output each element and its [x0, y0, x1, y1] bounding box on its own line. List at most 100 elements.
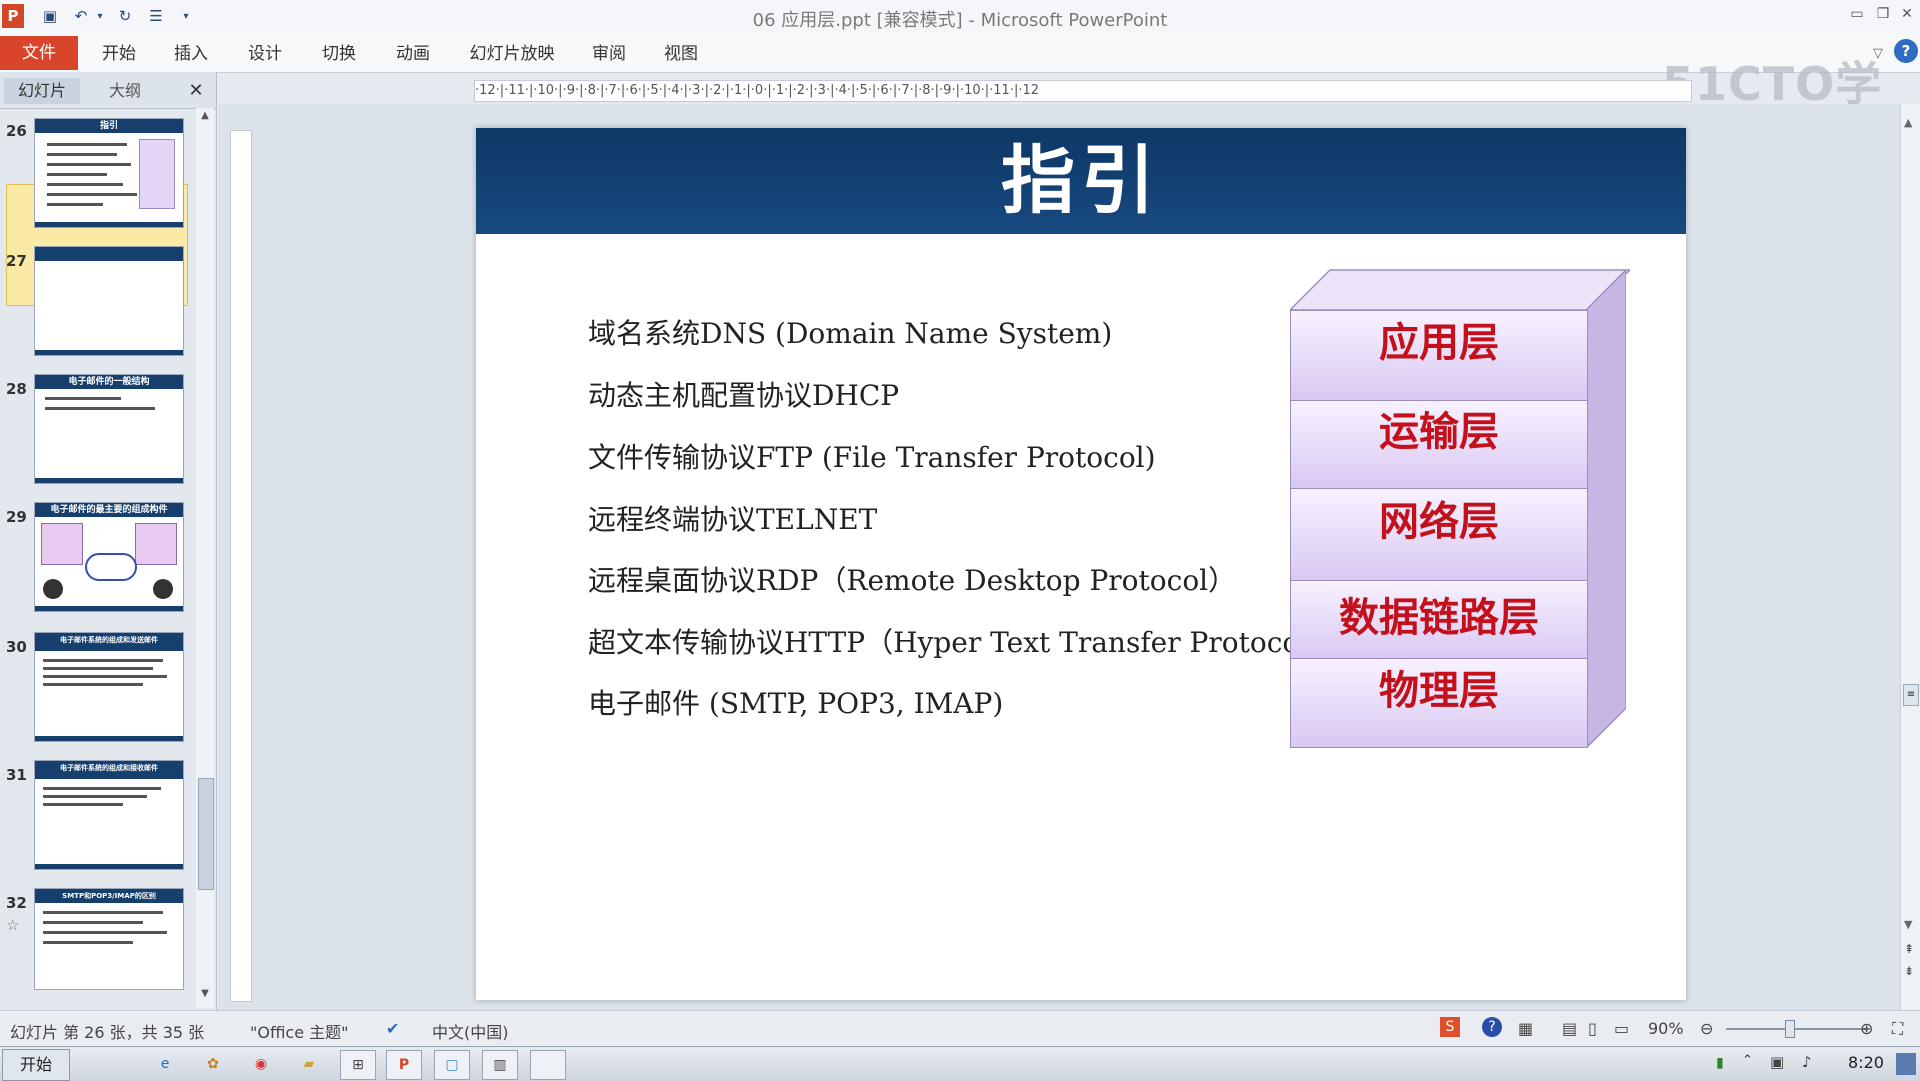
tab-insert[interactable]: 插入 [168, 40, 214, 68]
slide-number: 28 [6, 380, 27, 398]
tab-transitions[interactable]: 切换 [316, 40, 362, 68]
slides-scrollbar[interactable]: ▲ ▼ [196, 108, 214, 1008]
horizontal-ruler: ·12·|·11·|·10·|·9·|·8·|·7·|·6·|·5·|·4·|·… [474, 80, 1692, 102]
bullet-text[interactable]: 动态主机配置协议DHCP [588, 374, 899, 414]
slide[interactable]: 指引 域名系统DNS (Domain Name System) 动态主机配置协议… [476, 128, 1686, 1000]
bullet-text[interactable]: 文件传输协议FTP (File Transfer Protocol) [588, 436, 1156, 476]
slide-title[interactable]: 指引 [476, 128, 1686, 234]
tab-review[interactable]: 审阅 [586, 40, 632, 68]
bullet-text[interactable]: 超文本传输协议HTTP（Hyper Text Transfer Protocol… [588, 621, 1336, 661]
window-icon[interactable]: ▢ [434, 1050, 470, 1080]
zoom-in-icon[interactable]: ⊕ [1860, 1019, 1873, 1038]
scroll-thumb[interactable] [198, 778, 214, 890]
blank-taskbar-item[interactable] [530, 1050, 566, 1080]
taskbar: 开始 e ✿ ◉ ▰ ⊞ P ▢ ▥ ▮ ⌃ ▣ ♪ 8:20 [0, 1046, 1920, 1081]
bullet-text[interactable]: 远程桌面协议RDP（Remote Desktop Protocol） [588, 559, 1236, 599]
thumbnail-title: 指引 [99, 121, 118, 131]
zoom-level[interactable]: 90% [1648, 1019, 1684, 1038]
previous-slide-icon[interactable]: ⇞ [1904, 942, 1914, 956]
thumbnail-title: 电子邮件的一般结构 [68, 377, 150, 387]
tab-design[interactable]: 设计 [242, 40, 288, 68]
next-slide-icon[interactable]: ⇟ [1904, 964, 1914, 978]
slide-thumbnail-30[interactable]: 电子邮件系统的组成和发送邮件 [34, 632, 184, 742]
scroll-down-icon[interactable]: ▼ [198, 988, 212, 1002]
scroll-up-icon[interactable]: ▲ [198, 110, 212, 124]
network-app-icon[interactable]: ⊞ [340, 1050, 376, 1080]
layer-application[interactable]: 应用层 [1290, 310, 1588, 402]
tab-animations[interactable]: 动画 [390, 40, 436, 68]
chrome-icon[interactable]: ◉ [244, 1050, 278, 1078]
input-method-icon[interactable]: S [1440, 1017, 1460, 1037]
slide-number: 26 [6, 122, 27, 140]
slide-number: 29 [6, 508, 27, 526]
ie-icon[interactable]: e [148, 1050, 182, 1078]
scroll-down-icon[interactable]: ▼ [1904, 918, 1912, 931]
stack-top-face [1290, 269, 1630, 310]
tab-outline[interactable]: 大纲 [90, 78, 160, 104]
app-icon[interactable]: ✿ [196, 1050, 230, 1078]
powerpoint-taskbar-icon[interactable]: P [386, 1050, 422, 1080]
slide-number: 27 [6, 252, 27, 270]
bullet-text[interactable]: 域名系统DNS (Domain Name System) [588, 312, 1112, 352]
language-indicator[interactable]: 中文(中国) [432, 1019, 509, 1043]
slide-sorter-icon[interactable]: ▤ [1562, 1019, 1577, 1038]
folder-icon[interactable]: ▰ [292, 1050, 326, 1078]
help-icon[interactable]: ? [1482, 1017, 1502, 1037]
pane-tabs: 幻灯片 大纲 ✕ [0, 72, 216, 109]
zoom-slider-thumb[interactable] [1785, 1020, 1795, 1038]
zoom-out-icon[interactable]: ⊖ [1700, 1019, 1713, 1038]
bullet-text[interactable]: 远程终端协议TELNET [588, 498, 877, 538]
slide-number: 30 [6, 638, 27, 656]
slide-number: 31 [6, 766, 27, 784]
tab-view[interactable]: 视图 [658, 40, 704, 68]
window-title: 06 应用层.ppt [兼容模式] - Microsoft PowerPoint [752, 10, 1168, 31]
layer-data-link[interactable]: 数据链路层 [1290, 580, 1588, 660]
minimize-icon[interactable]: ▭ [1844, 2, 1870, 26]
theme-name[interactable]: "Office 主题" [250, 1019, 349, 1043]
battery-icon[interactable]: ▮ [1716, 1055, 1724, 1071]
thumbnail-title: 电子邮件的最主要的组成构件 [50, 505, 168, 515]
fit-to-window-icon[interactable]: ⛶ [1892, 1019, 1903, 1039]
layer-transport[interactable]: 运输层 [1290, 400, 1588, 490]
thumbnail-title [35, 247, 183, 261]
slide-thumbnail-28[interactable]: 电子邮件的一般结构 [34, 374, 184, 484]
reading-view-icon[interactable]: ▯ [1588, 1019, 1597, 1038]
network-icon[interactable]: ▣ [1770, 1053, 1784, 1071]
status-bar: 幻灯片 第 26 张，共 35 张 "Office 主题" ✔ 中文(中国) S… [0, 1010, 1920, 1047]
slide-thumbnail-27[interactable] [34, 246, 184, 356]
tab-slides[interactable]: 幻灯片 [4, 78, 80, 104]
title-bar: P ▣ ↶ ▾ ↻ ☰ ▾ 06 应用层.ppt [兼容模式] - Micros… [0, 0, 1920, 34]
layer-physical[interactable]: 物理层 [1290, 658, 1588, 748]
spell-check-icon[interactable]: ✔ [386, 1019, 399, 1038]
scroll-up-icon[interactable]: ▲ [1904, 116, 1912, 129]
start-button[interactable]: 开始 [2, 1049, 70, 1081]
tab-file[interactable]: 文件 [0, 36, 78, 70]
canvas-scrollbar[interactable]: ▲ ≡ ▼ ⇞ ⇟ [1900, 104, 1920, 1010]
slide-thumbnail-29[interactable]: 电子邮件的最主要的组成构件 [34, 502, 184, 612]
normal-view-icon[interactable]: ▦ [1518, 1019, 1533, 1038]
slide-thumbnail-32[interactable]: SMTP和POP3/IMAP的区别 [34, 888, 184, 990]
bullet-text[interactable]: 电子邮件 (SMTP, POP3, IMAP) [588, 682, 1003, 722]
animation-star-icon: ☆ [6, 916, 20, 934]
slide-thumbnail-31[interactable]: 电子邮件系统的组成和接收邮件 [34, 760, 184, 870]
tab-slideshow[interactable]: 幻灯片放映 [464, 40, 560, 68]
clock: 8:20 [1848, 1053, 1884, 1072]
tab-home[interactable]: 开始 [96, 40, 142, 68]
thumbnail-title: SMTP和POP3/IMAP的区别 [62, 892, 156, 900]
close-pane-icon[interactable]: ✕ [184, 78, 208, 104]
slideshow-icon[interactable]: ▭ [1614, 1019, 1629, 1038]
thumbnail-title: 电子邮件系统的组成和接收邮件 [60, 764, 158, 772]
scroll-thumb[interactable]: ≡ [1903, 684, 1919, 706]
volume-icon[interactable]: ♪ [1802, 1053, 1812, 1071]
vertical-ruler [230, 130, 252, 1002]
slide-thumbnail-26[interactable]: 指引 [34, 118, 184, 228]
layer-network[interactable]: 网络层 [1290, 488, 1588, 582]
close-icon[interactable]: ✕ [1894, 2, 1920, 26]
stack-side-face [1586, 270, 1626, 748]
show-hidden-icons-icon[interactable]: ⌃ [1742, 1053, 1753, 1068]
show-desktop-button[interactable] [1896, 1053, 1916, 1075]
zoom-slider-track[interactable] [1726, 1020, 1866, 1038]
restore-icon[interactable]: ❐ [1870, 2, 1896, 26]
ribbon-tabs: 文件 开始 插入 设计 切换 动画 幻灯片放映 审阅 视图 ▽ ? [0, 34, 1920, 73]
tool-icon[interactable]: ▥ [482, 1050, 518, 1080]
